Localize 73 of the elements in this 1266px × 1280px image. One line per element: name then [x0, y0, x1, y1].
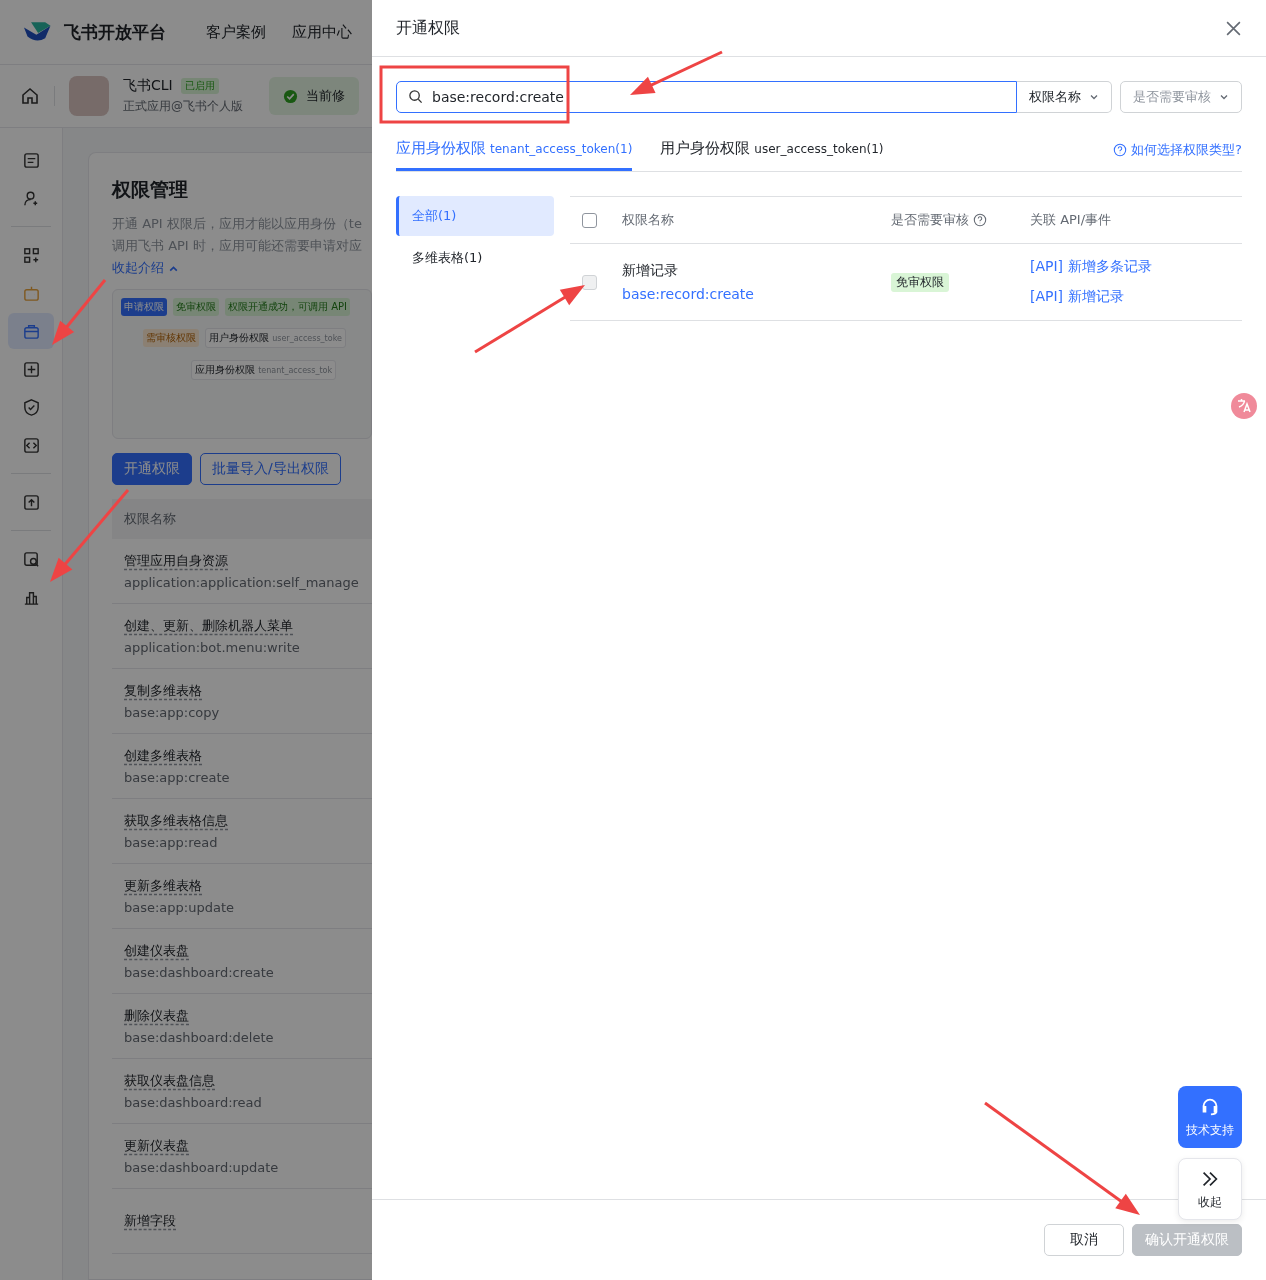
- permission-scope: base:dashboard:create: [124, 965, 275, 980]
- footer-button[interactable]: 取消: [1044, 1224, 1124, 1256]
- column-header: 权限名称: [621, 211, 675, 229]
- column-header: 是否需要审核: [891, 211, 969, 229]
- page-title: 权限管理: [112, 177, 189, 202]
- permission-name: 更新仪表盘: [124, 1137, 189, 1155]
- brand-name[interactable]: 飞书开放平台: [64, 20, 166, 44]
- notice-text: 当前修: [306, 87, 345, 105]
- permission-scope: application:bot.menu:write: [124, 640, 301, 655]
- scope-tab[interactable]: 应用身份权限 tenant_access_token(1): [396, 129, 633, 171]
- permission-name: 创建多维表格: [124, 747, 202, 765]
- translate-icon[interactable]: [1230, 392, 1258, 420]
- action-button[interactable]: 批量导入/导出权限: [200, 453, 341, 485]
- app-name: 飞书CLI: [123, 77, 173, 95]
- drawer-title: 开通权限: [396, 17, 460, 39]
- search-icon: [21, 549, 41, 569]
- check-circle-icon: [283, 88, 298, 104]
- permission-name: 创建、更新、删除机器人菜单: [124, 617, 293, 635]
- collapse-link[interactable]: 收起介绍: [112, 259, 179, 277]
- help-link[interactable]: 如何选择权限类型?: [1113, 141, 1242, 159]
- permission-name: 新增字段: [124, 1212, 176, 1230]
- permission-scope: base:app:create: [124, 770, 231, 785]
- category-item[interactable]: 全部(1): [396, 196, 554, 236]
- permission-name: 删除仪表盘: [124, 1007, 189, 1025]
- dropdown-value: 是否需要审核: [1133, 88, 1211, 106]
- document-icon: [21, 150, 41, 170]
- home-icon[interactable]: [20, 86, 40, 106]
- action-button[interactable]: 开通权限: [112, 453, 192, 485]
- collapse-button[interactable]: 收起: [1178, 1158, 1242, 1220]
- intro-text: 开通 API 权限后，应用才能以应用身份（te: [112, 215, 363, 233]
- nav-link[interactable]: 应用中心: [292, 22, 352, 42]
- permission-name: 获取仪表盘信息: [124, 1072, 215, 1090]
- permission-name: 管理应用自身资源: [124, 552, 228, 570]
- permission-scope: base:app:read: [124, 835, 219, 850]
- permission-scope: base:app:copy: [124, 705, 221, 720]
- search-field[interactable]: base:record:create: [396, 81, 1017, 113]
- category-item[interactable]: 多维表格(1): [396, 238, 554, 278]
- apps-icon: [21, 245, 41, 265]
- upload-icon: [21, 492, 41, 512]
- permission-name: 复制多维表格: [124, 682, 202, 700]
- help-icon[interactable]: [973, 213, 987, 227]
- permission-scope: base:dashboard:update: [124, 1160, 280, 1175]
- help-icon: [1113, 143, 1128, 157]
- dropdown-value: 权限名称: [1029, 88, 1081, 106]
- table-header: 权限名称: [112, 499, 372, 539]
- shield-icon: [21, 397, 41, 417]
- permission-scope: application:application:self_manage: [124, 575, 360, 590]
- code-icon: [21, 435, 41, 455]
- permission-name: 新增记录: [622, 262, 678, 280]
- permission-name: 获取多维表格信息: [124, 812, 228, 830]
- column-header: 关联 API/事件: [1030, 211, 1113, 229]
- scope-tab[interactable]: 用户身份权限 user_access_token(1): [660, 129, 884, 171]
- close-icon[interactable]: [1225, 19, 1242, 37]
- add-box-icon: [21, 359, 41, 379]
- permission-name: 创建仪表盘: [124, 942, 189, 960]
- app-subtitle: 正式应用@飞书个人版: [123, 98, 243, 115]
- flow-diagram: 申请权限 免审权限 权限开通成功，可调用 API 需审核权限 用户身份权限 user_access_toke 应用身份权限 tenant_access_tok: [112, 289, 372, 439]
- chevron-down-icon: [1089, 92, 1099, 102]
- permission-scope: base:app:update: [124, 900, 236, 915]
- nav-link[interactable]: 客户案例: [206, 22, 266, 42]
- app-avatar: [69, 76, 109, 116]
- review-tag: 免审权限: [891, 272, 949, 292]
- support-button[interactable]: 技术支持: [1178, 1086, 1242, 1148]
- sidebar-item[interactable]: [8, 313, 54, 349]
- select-all-checkbox[interactable]: [582, 212, 597, 228]
- permission-scope: base:dashboard:delete: [124, 1030, 275, 1045]
- filter-dropdown[interactable]: 是否需要审核: [1120, 81, 1242, 113]
- annotation-arrow: [52, 279, 107, 345]
- filter-dropdown[interactable]: 权限名称: [1017, 81, 1112, 113]
- permission-scope: base:dashboard:read: [124, 1095, 263, 1110]
- permission-name: 更新多维表格: [124, 877, 202, 895]
- status-badge: 已启用: [180, 78, 219, 94]
- chevron-down-icon: [1219, 92, 1229, 102]
